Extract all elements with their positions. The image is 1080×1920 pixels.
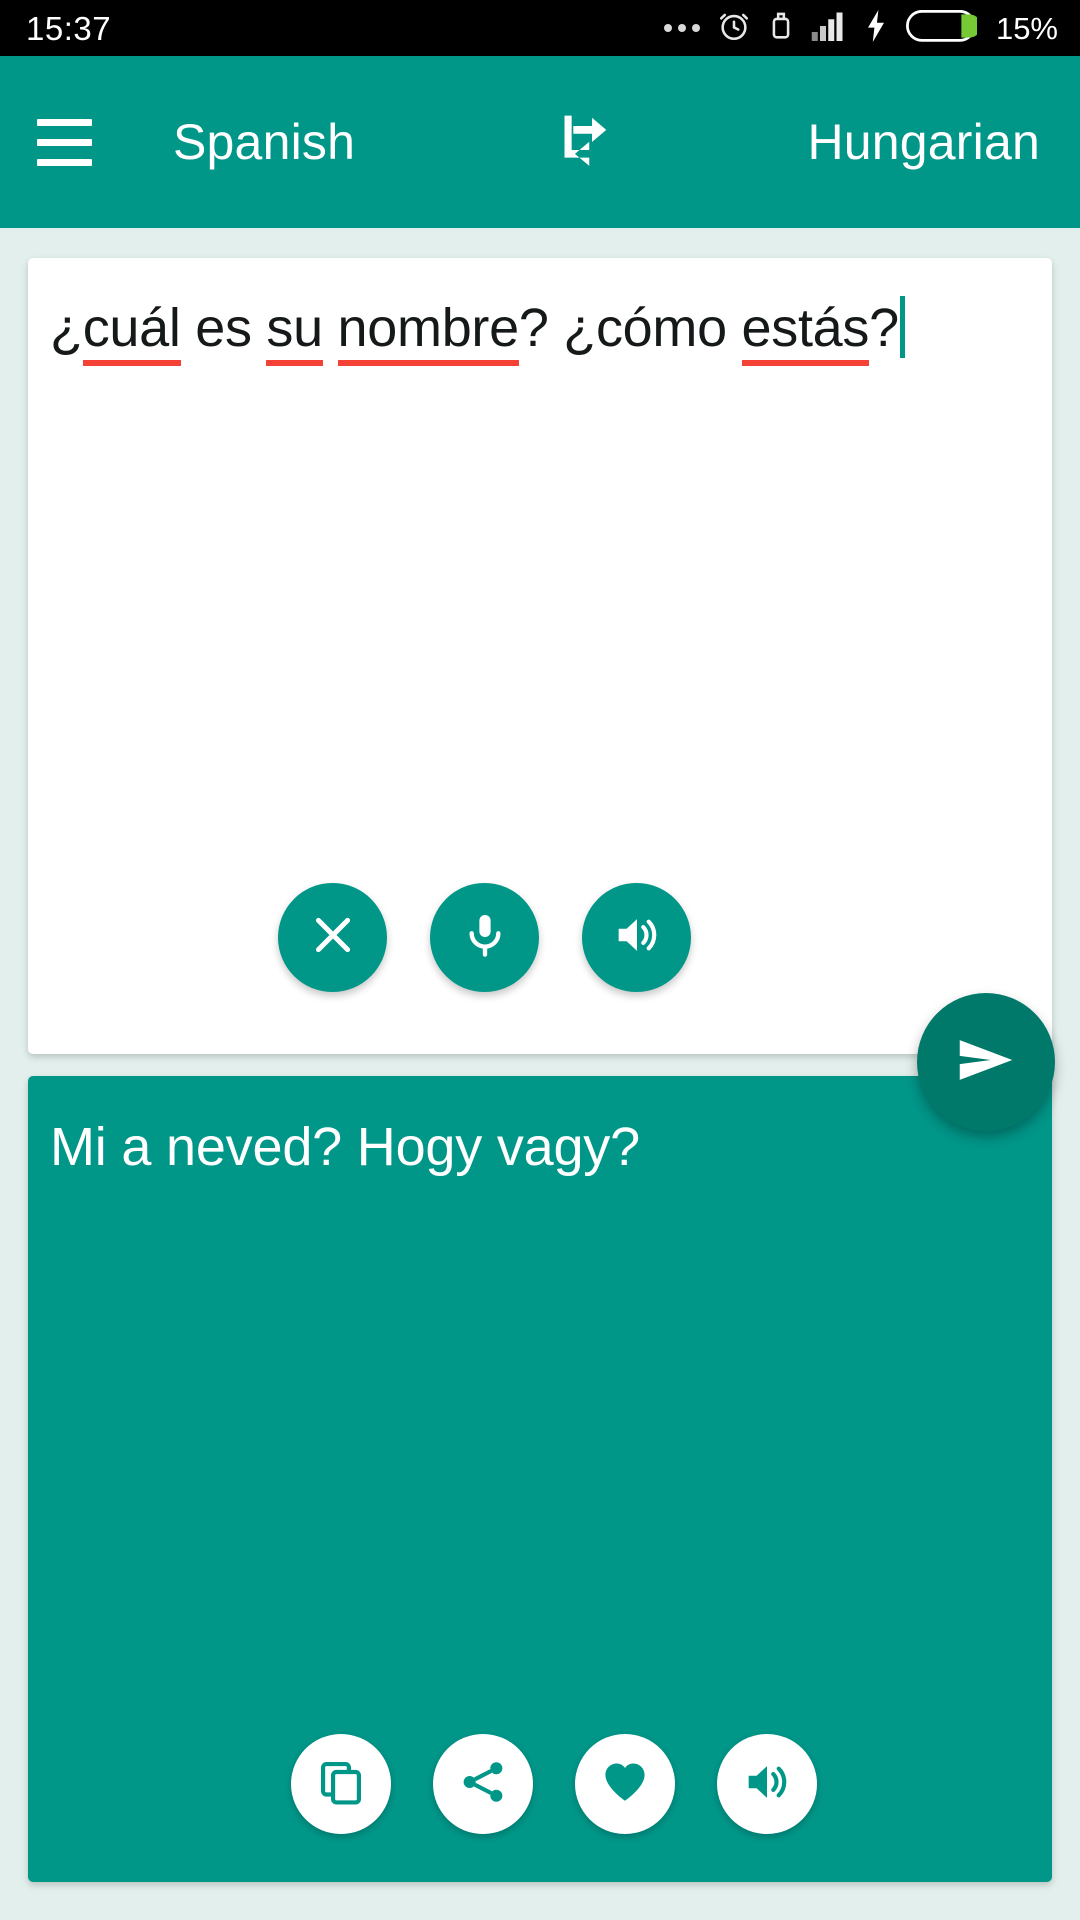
- speak-input-button[interactable]: [582, 883, 691, 992]
- speak-output-button[interactable]: [717, 1734, 817, 1834]
- swap-languages-icon[interactable]: [526, 109, 636, 175]
- source-text-fragment: es: [180, 298, 267, 358]
- send-button[interactable]: [917, 993, 1055, 1131]
- target-language-button[interactable]: Hungarian: [807, 113, 1040, 171]
- close-x-icon: [308, 910, 358, 965]
- translator-app-screen: 15:37 15% Spanish Hungarian ¿cuál es su …: [0, 0, 1080, 1920]
- speaker-icon: [742, 1757, 792, 1812]
- share-icon: [458, 1757, 508, 1812]
- signal-bars-icon: [811, 11, 847, 46]
- clear-button[interactable]: [278, 883, 387, 992]
- source-text-fragment: ¿: [50, 298, 83, 358]
- source-text-fragment: ?: [869, 298, 899, 358]
- source-text-fragment: [323, 298, 338, 358]
- send-arrow-icon: [951, 1025, 1021, 1100]
- copy-button[interactable]: [291, 1734, 391, 1834]
- text-cursor: [899, 296, 905, 358]
- usb-icon: [768, 9, 794, 48]
- copy-icon: [316, 1757, 366, 1812]
- microphone-button[interactable]: [430, 883, 539, 992]
- more-dots-icon: [663, 24, 700, 32]
- input-action-row: [278, 883, 691, 992]
- microphone-icon: [460, 910, 510, 965]
- heart-icon: [600, 1757, 650, 1812]
- output-action-row: [28, 1734, 1052, 1834]
- hamburger-menu-icon[interactable]: [0, 56, 120, 228]
- misspelled-word: su: [266, 298, 323, 366]
- source-language-button[interactable]: Spanish: [173, 113, 355, 171]
- misspelled-word: nombre: [337, 298, 519, 366]
- translated-text: Mi a neved? Hogy vagy?: [50, 1117, 640, 1177]
- status-bar: 15:37 15%: [0, 0, 1080, 56]
- source-text-tokens: ¿cuál es su nombre? ¿cómo estás?: [50, 298, 899, 366]
- share-button[interactable]: [433, 1734, 533, 1834]
- battery-percent-label: 15%: [995, 10, 1058, 46]
- battery-icon: [905, 9, 981, 47]
- status-icons: 15%: [663, 9, 1058, 48]
- charging-bolt-icon: [864, 9, 888, 47]
- misspelled-word: cuál: [82, 298, 181, 366]
- favorite-button[interactable]: [575, 1734, 675, 1834]
- input-card: ¿cuál es su nombre? ¿cómo estás?: [28, 258, 1052, 1054]
- source-text-fragment: ? ¿cómo: [518, 298, 742, 358]
- app-toolbar: Spanish Hungarian: [0, 56, 1080, 228]
- alarm-clock-icon: [717, 9, 751, 48]
- status-time: 15:37: [26, 9, 112, 47]
- output-card: Mi a neved? Hogy vagy?: [28, 1076, 1052, 1882]
- misspelled-word: estás: [741, 298, 869, 366]
- speaker-icon: [612, 910, 662, 965]
- source-text-input[interactable]: ¿cuál es su nombre? ¿cómo estás?: [50, 296, 1032, 366]
